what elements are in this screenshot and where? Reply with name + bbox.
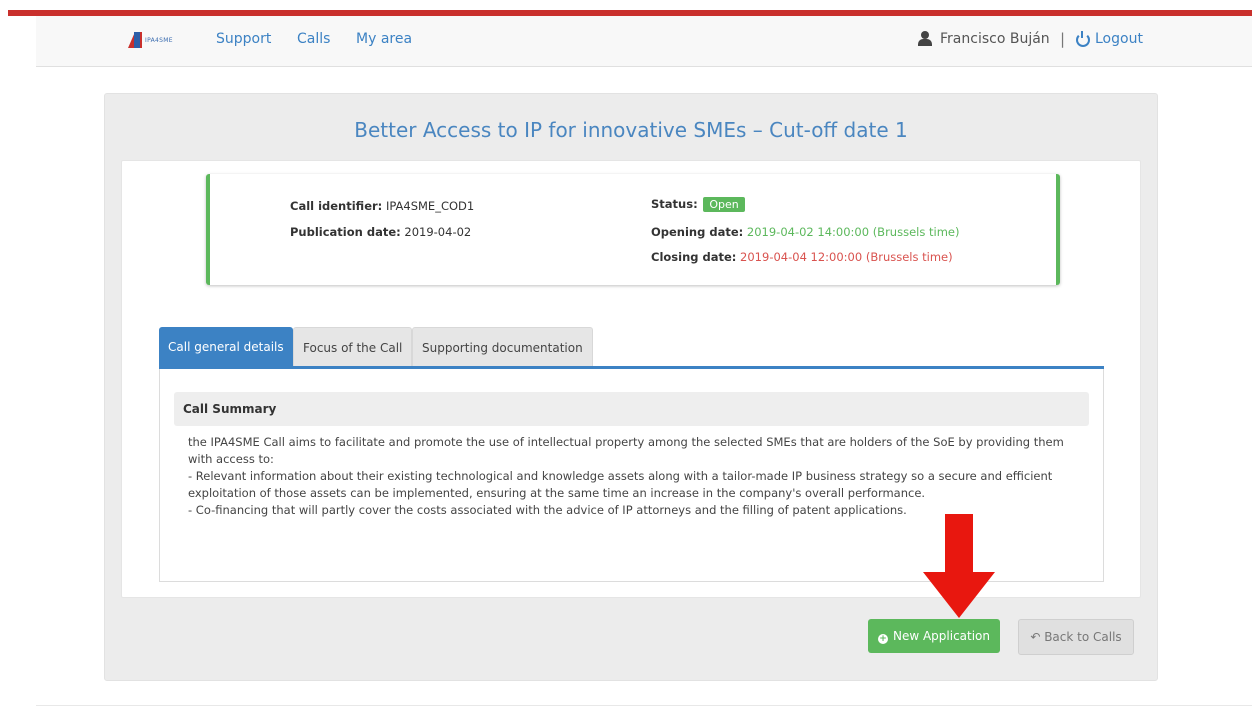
opening-date: Opening date: 2019-04-02 14:00:00 (Bruss… [651, 225, 960, 239]
power-icon[interactable] [1076, 31, 1090, 47]
call-summary-text: the IPA4SME Call aims to facilitate and … [188, 434, 1088, 519]
call-panel: Better Access to IP for innovative SMEs … [104, 93, 1158, 681]
back-to-calls-button[interactable]: ↶ Back to Calls [1018, 619, 1134, 655]
user-name[interactable]: Francisco Buján [940, 31, 1050, 47]
summary-line: - Relevant information about their exist… [188, 469, 1053, 483]
nav-link-support[interactable]: Support [216, 31, 271, 47]
summary-line: with access to: [188, 452, 274, 466]
reply-arrow-icon: ↶ [1030, 630, 1041, 644]
call-summary-heading: Call Summary [174, 392, 1089, 426]
plus-circle-icon: + [877, 634, 888, 644]
tab-focus-of-the-call[interactable]: Focus of the Call [293, 327, 413, 368]
tab-call-general-details[interactable]: Call general details [159, 327, 293, 367]
user-icon [918, 31, 932, 46]
summary-line: exploitation of those assets can be impl… [188, 486, 926, 500]
publication-date: Publication date: 2019-04-02 [290, 225, 472, 239]
nav-link-my-area[interactable]: My area [356, 31, 412, 47]
page-title: Better Access to IP for innovative SMEs … [354, 118, 908, 142]
new-application-button[interactable]: + New Application [868, 619, 1000, 653]
summary-line: the IPA4SME Call aims to facilitate and … [188, 435, 1064, 449]
navbar: IPA4SME Support Calls My area Francisco … [36, 16, 1252, 67]
logout-link[interactable]: Logout [1095, 31, 1143, 47]
logo-text: IPA4SME [145, 37, 173, 44]
logo[interactable]: IPA4SME [128, 32, 184, 50]
nav-separator: | [1060, 30, 1066, 48]
red-arrow-annotation [923, 514, 995, 618]
call-info-box: Call identifier: IPA4SME_COD1 Publicatio… [206, 174, 1060, 285]
logo-mark-blue [134, 32, 140, 48]
nav-link-calls[interactable]: Calls [297, 31, 330, 47]
closing-date: Closing date: 2019-04-04 12:00:00 (Bruss… [651, 250, 953, 264]
call-status: Status: Open [651, 197, 745, 212]
status-badge: Open [703, 197, 745, 212]
call-identifier: Call identifier: IPA4SME_COD1 [290, 199, 475, 213]
tab-supporting-documentation[interactable]: Supporting documentation [412, 327, 593, 368]
footer-divider [36, 705, 1252, 706]
